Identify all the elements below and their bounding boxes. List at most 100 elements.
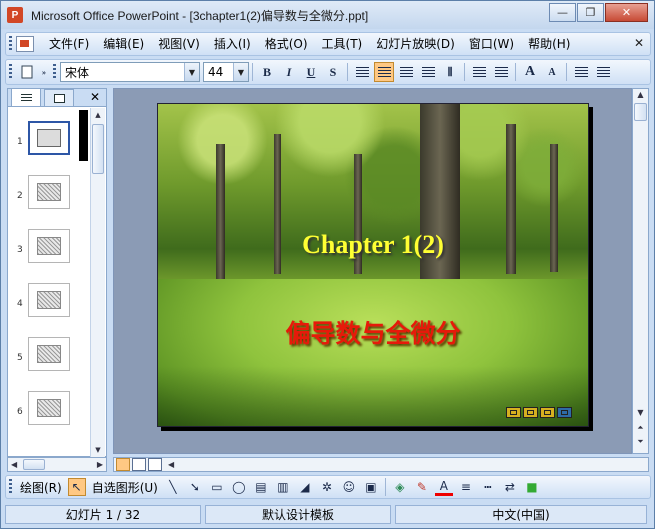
slide-thumbnail[interactable] bbox=[28, 121, 70, 155]
bold-button[interactable]: B bbox=[257, 62, 277, 82]
tab-outline[interactable] bbox=[11, 88, 41, 106]
scroll-down-arrow-icon[interactable]: ▼ bbox=[91, 443, 105, 457]
slide-thumbnail-row[interactable]: 2 bbox=[8, 171, 88, 225]
line-color-icon[interactable]: ✎ bbox=[413, 478, 431, 496]
scroll-up-arrow-icon[interactable]: ▲ bbox=[633, 90, 648, 99]
nav-next-icon[interactable] bbox=[540, 407, 555, 418]
autoshapes-menu-button[interactable]: 自选图形(U) bbox=[88, 479, 162, 496]
normal-view-icon[interactable] bbox=[116, 458, 130, 471]
close-pane-button[interactable]: ✕ bbox=[90, 90, 100, 104]
document-window-icon[interactable] bbox=[16, 36, 34, 52]
clip-art-icon[interactable]: ☺ bbox=[340, 478, 358, 496]
toolbar-grip-icon[interactable] bbox=[9, 479, 12, 495]
scroll-left-arrow-icon[interactable]: ◀ bbox=[11, 458, 17, 471]
slideshow-view-icon[interactable] bbox=[148, 458, 162, 471]
menu-format[interactable]: 格式(O) bbox=[258, 33, 315, 55]
arrow-tool-icon[interactable]: ➘ bbox=[186, 478, 204, 496]
nav-last-icon[interactable] bbox=[557, 407, 572, 418]
menu-tools[interactable]: 工具(T) bbox=[315, 33, 370, 55]
close-document-button[interactable]: ✕ bbox=[634, 36, 644, 50]
font-name-combo[interactable]: 宋体 ▼ bbox=[60, 62, 200, 82]
diagram-icon[interactable]: ✲ bbox=[318, 478, 336, 496]
nav-prev-icon[interactable] bbox=[523, 407, 538, 418]
decrease-font-size-button[interactable]: A bbox=[542, 62, 562, 82]
slide-title[interactable]: Chapter 1(2) bbox=[158, 230, 588, 260]
slides-pane-scrollbar[interactable]: ▲ ▼ bbox=[90, 108, 105, 457]
powerpoint-app-icon[interactable]: P bbox=[7, 7, 23, 23]
underline-button[interactable]: U bbox=[301, 62, 321, 82]
minimize-button[interactable]: — bbox=[549, 3, 576, 22]
menu-help[interactable]: 帮助(H) bbox=[521, 33, 577, 55]
toolbar-grip-icon[interactable] bbox=[9, 36, 12, 52]
slide-thumbnail-row[interactable]: 3 bbox=[8, 225, 88, 279]
toolbar-options-icon[interactable]: » bbox=[39, 62, 49, 82]
slide-thumbnail[interactable] bbox=[28, 337, 70, 371]
slides-pane-hscrollbar[interactable]: ◀ ▶ bbox=[7, 457, 107, 472]
close-window-button[interactable]: ✕ bbox=[605, 3, 648, 22]
text-box-icon[interactable]: ▤ bbox=[252, 478, 270, 496]
menu-slideshow[interactable]: 幻灯片放映(D) bbox=[369, 33, 462, 55]
slide-subtitle[interactable]: 偏导数与全微分 bbox=[158, 314, 588, 350]
vertical-text-icon[interactable]: ⫼ bbox=[440, 62, 460, 82]
line-style-icon[interactable]: ≡ bbox=[457, 478, 475, 496]
decrease-indent-icon[interactable] bbox=[571, 62, 591, 82]
menu-file[interactable]: 文件(F) bbox=[42, 33, 96, 55]
fill-color-icon[interactable]: ◈ bbox=[391, 478, 409, 496]
scroll-down-arrow-icon[interactable]: ▼ bbox=[633, 408, 648, 417]
slide-sorter-view-icon[interactable] bbox=[132, 458, 146, 471]
font-size-combo[interactable]: 44 ▼ bbox=[203, 62, 249, 82]
align-center-icon[interactable] bbox=[374, 62, 394, 82]
align-right-icon[interactable] bbox=[396, 62, 416, 82]
scrollbar-thumb[interactable] bbox=[92, 124, 104, 174]
menu-window[interactable]: 窗口(W) bbox=[462, 33, 521, 55]
slide-thumbnail[interactable] bbox=[28, 175, 70, 209]
chevron-down-icon[interactable]: ▼ bbox=[184, 63, 199, 81]
scrollbar-thumb[interactable] bbox=[634, 103, 647, 121]
oval-tool-icon[interactable]: ◯ bbox=[230, 478, 248, 496]
menu-view[interactable]: 视图(V) bbox=[151, 33, 207, 55]
dash-style-icon[interactable]: ┅ bbox=[479, 478, 497, 496]
increase-font-size-button[interactable]: A bbox=[520, 62, 540, 82]
slide-thumbnail-row[interactable]: 1 bbox=[8, 117, 88, 171]
toolbar-grip-icon[interactable] bbox=[9, 64, 12, 80]
scroll-up-arrow-icon[interactable]: ▲ bbox=[91, 108, 105, 122]
scroll-right-arrow-icon[interactable]: ▶ bbox=[97, 458, 103, 471]
rectangle-tool-icon[interactable]: ▭ bbox=[208, 478, 226, 496]
previous-slide-icon[interactable]: ⏶ bbox=[633, 423, 648, 433]
draw-menu-button[interactable]: 绘图(R) bbox=[16, 479, 66, 496]
slide-thumbnail-row[interactable]: 5 bbox=[8, 333, 88, 387]
shadow-style-icon[interactable]: ■ bbox=[523, 478, 541, 496]
vertical-text-box-icon[interactable]: ▥ bbox=[274, 478, 292, 496]
new-document-icon[interactable] bbox=[17, 62, 37, 82]
text-shadow-button[interactable]: S bbox=[323, 62, 343, 82]
select-objects-icon[interactable]: ↖ bbox=[67, 478, 86, 496]
slide-thumbnail[interactable] bbox=[28, 229, 70, 263]
scrollbar-thumb[interactable] bbox=[23, 459, 45, 470]
wordart-icon[interactable]: ◢ bbox=[296, 478, 314, 496]
distribute-icon[interactable] bbox=[418, 62, 438, 82]
align-left-icon[interactable] bbox=[352, 62, 372, 82]
next-slide-icon[interactable]: ⏷ bbox=[633, 437, 648, 447]
nav-first-icon[interactable] bbox=[506, 407, 521, 418]
scroll-left-arrow-icon[interactable]: ◀ bbox=[168, 460, 174, 469]
chevron-down-icon[interactable]: ▼ bbox=[233, 63, 248, 81]
menu-edit[interactable]: 编辑(E) bbox=[96, 33, 151, 55]
slide-thumbnail-row[interactable]: 6 bbox=[8, 387, 88, 441]
toolbar-grip-icon[interactable] bbox=[53, 64, 56, 80]
line-tool-icon[interactable]: ╲ bbox=[164, 478, 182, 496]
bulleted-list-icon[interactable] bbox=[491, 62, 511, 82]
maximize-button[interactable]: ❐ bbox=[577, 3, 604, 22]
numbered-list-icon[interactable] bbox=[469, 62, 489, 82]
slide-thumbnail-row[interactable]: 4 bbox=[8, 279, 88, 333]
current-slide[interactable]: Chapter 1(2) 偏导数与全微分 bbox=[157, 103, 589, 427]
italic-button[interactable]: I bbox=[279, 62, 299, 82]
arrow-style-icon[interactable]: ⇄ bbox=[501, 478, 519, 496]
increase-indent-icon[interactable] bbox=[593, 62, 613, 82]
slide-thumbnail[interactable] bbox=[28, 391, 70, 425]
slide-vscrollbar[interactable]: ▲ ▼ ⏶ ⏷ bbox=[632, 88, 649, 454]
slide-thumbnail[interactable] bbox=[28, 283, 70, 317]
insert-picture-icon[interactable]: ▣ bbox=[362, 478, 380, 496]
font-color-icon[interactable]: A bbox=[434, 478, 453, 496]
menu-insert[interactable]: 插入(I) bbox=[207, 33, 258, 55]
tab-slides[interactable] bbox=[44, 89, 74, 106]
